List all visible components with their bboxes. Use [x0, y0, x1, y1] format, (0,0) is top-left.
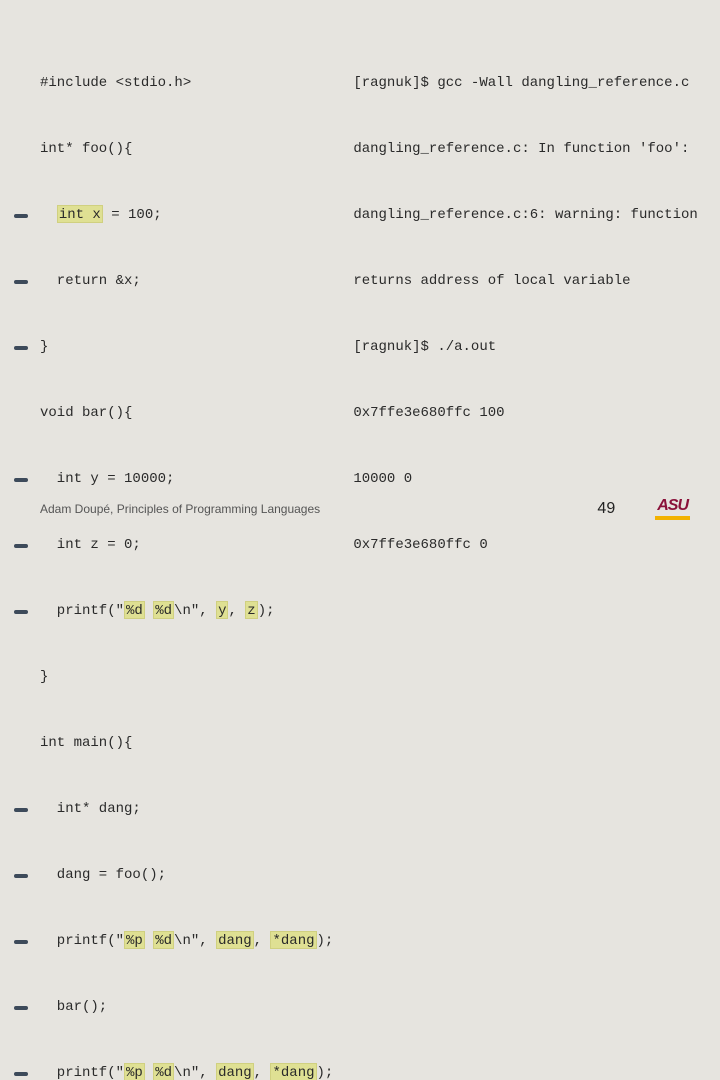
bullet-icon	[14, 478, 28, 482]
code-text: bar();	[40, 999, 107, 1015]
code-text: \n",	[174, 1065, 216, 1080]
code-line: }	[40, 336, 333, 358]
terminal-line: 10000 0	[353, 468, 697, 490]
highlight: y	[216, 601, 228, 619]
code-line: int x = 100;	[40, 204, 333, 226]
code-text: }	[40, 669, 48, 685]
code-text: printf("	[40, 603, 124, 619]
code-line: return &x;	[40, 270, 333, 292]
footer: Adam Doupé, Principles of Programming La…	[40, 497, 690, 520]
bullet-icon	[14, 544, 28, 548]
highlight: dang	[216, 1063, 254, 1080]
code-line: #include <stdio.h>	[40, 72, 333, 94]
bullet-icon	[14, 214, 28, 218]
content-columns: #include <stdio.h> int* foo(){ int x = 1…	[40, 28, 690, 1080]
page-number: 49	[597, 500, 615, 518]
code-line: bar();	[40, 996, 333, 1018]
code-line: printf("%d %d\n", y, z);	[40, 600, 333, 622]
code-line: int* dang;	[40, 798, 333, 820]
terminal-line: 0x7ffe3e680ffc 0	[353, 534, 697, 556]
code-text: return &x;	[40, 273, 141, 289]
code-text	[145, 603, 153, 619]
terminal-line: [ragnuk]$ gcc -Wall dangling_reference.c	[353, 72, 697, 94]
footer-right: 49 ASU	[597, 497, 690, 520]
code-text	[145, 1065, 153, 1080]
code-text: \n",	[174, 933, 216, 949]
bullet-icon	[14, 808, 28, 812]
code-line: printf("%p %d\n", dang, *dang);	[40, 1062, 333, 1080]
terminal-line: dangling_reference.c:6: warning: functio…	[353, 204, 697, 226]
asu-logo: ASU	[655, 497, 690, 520]
code-text: dang = foo();	[40, 867, 166, 883]
highlight: *dang	[270, 931, 316, 949]
footer-credit: Adam Doupé, Principles of Programming La…	[40, 502, 320, 516]
code-line: printf("%p %d\n", dang, *dang);	[40, 930, 333, 952]
code-line: int y = 10000;	[40, 468, 333, 490]
highlight: %p	[124, 931, 145, 949]
code-text: #include <stdio.h>	[40, 75, 191, 91]
code-text: void bar(){	[40, 405, 132, 421]
code-text: int z = 0;	[40, 537, 141, 553]
code-text: );	[258, 603, 275, 619]
code-line: void bar(){	[40, 402, 333, 424]
bullet-icon	[14, 280, 28, 284]
code-text: int main(){	[40, 735, 132, 751]
code-text: int y = 10000;	[40, 471, 174, 487]
code-line: }	[40, 666, 333, 688]
code-text	[145, 933, 153, 949]
code-line: int main(){	[40, 732, 333, 754]
code-text: printf("	[40, 1065, 124, 1080]
code-text: ,	[254, 1065, 271, 1080]
code-line: int z = 0;	[40, 534, 333, 556]
code-text: );	[317, 1065, 334, 1080]
highlight: %p	[124, 1063, 145, 1080]
highlight: %d	[153, 931, 174, 949]
highlight: %d	[153, 1063, 174, 1080]
terminal-line: returns address of local variable	[353, 270, 697, 292]
bullet-icon	[14, 346, 28, 350]
highlight: %d	[124, 601, 145, 619]
code-text: \n",	[174, 603, 216, 619]
highlight: dang	[216, 931, 254, 949]
terminal-line: dangling_reference.c: In function 'foo':	[353, 138, 697, 160]
code-line: int* foo(){	[40, 138, 333, 160]
code-text: }	[40, 339, 48, 355]
code-text: printf("	[40, 933, 124, 949]
terminal-line: 0x7ffe3e680ffc 100	[353, 402, 697, 424]
code-text: int* foo(){	[40, 141, 132, 157]
bullet-icon	[14, 874, 28, 878]
highlight: *dang	[270, 1063, 316, 1080]
code-text	[40, 207, 57, 223]
code-text: ,	[254, 933, 271, 949]
highlight: z	[245, 601, 257, 619]
highlight: int x	[57, 205, 103, 223]
bullet-icon	[14, 1006, 28, 1010]
code-text: int* dang;	[40, 801, 141, 817]
slide: #include <stdio.h> int* foo(){ int x = 1…	[0, 0, 720, 540]
code-text: ,	[228, 603, 245, 619]
code-line: dang = foo();	[40, 864, 333, 886]
terminal-line: [ragnuk]$ ./a.out	[353, 336, 697, 358]
bullet-icon	[14, 940, 28, 944]
code-text: = 100;	[103, 207, 162, 223]
code-block: #include <stdio.h> int* foo(){ int x = 1…	[40, 28, 333, 1080]
bullet-icon	[14, 610, 28, 614]
highlight: %d	[153, 601, 174, 619]
bullet-icon	[14, 1072, 28, 1076]
code-text: );	[317, 933, 334, 949]
